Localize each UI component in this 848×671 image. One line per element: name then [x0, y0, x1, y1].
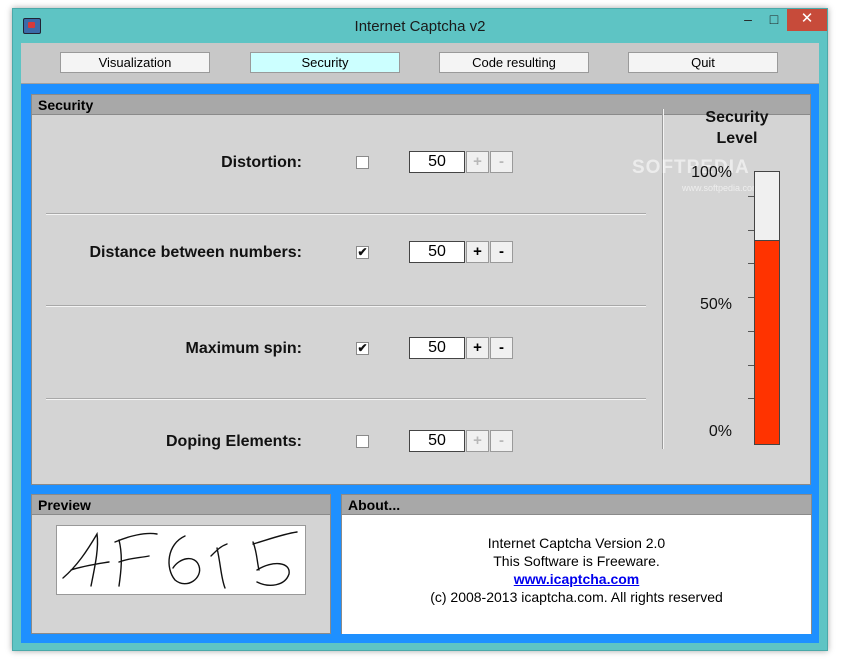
- softpedia-watermark-url: www.softpedia.com: [682, 183, 760, 193]
- distance-checkbox[interactable]: ✔: [356, 246, 369, 259]
- scale-label-top: 100%: [691, 164, 732, 181]
- spin-plus-button[interactable]: +: [466, 337, 489, 359]
- distance-label: Distance between numbers:: [89, 244, 303, 261]
- separator: [46, 213, 646, 215]
- tab-quit[interactable]: Quit: [628, 52, 778, 73]
- security-level-title-line1: Security: [705, 109, 769, 126]
- about-panel-header: About...: [342, 495, 811, 515]
- spin-value[interactable]: 50: [409, 337, 465, 359]
- separator: [46, 398, 646, 400]
- doping-value[interactable]: 50: [409, 430, 465, 452]
- title-bar[interactable]: Internet Captcha v2 – □ ✕: [13, 9, 827, 43]
- security-row-distortion: Distortion: 50 + -: [32, 149, 652, 179]
- close-button[interactable]: ✕: [787, 9, 827, 31]
- window-title: Internet Captcha v2: [354, 18, 486, 35]
- security-level-gauge: [754, 171, 780, 445]
- spin-label: Maximum spin:: [185, 340, 302, 357]
- about-version: Internet Captcha Version 2.0: [487, 535, 666, 551]
- security-row-spin: Maximum spin: ✔ 50 + -: [32, 335, 652, 365]
- security-level-title-line2: Level: [716, 130, 758, 147]
- security-panel: Security Distortion: 50 + - Distance bet…: [31, 94, 811, 485]
- tab-security[interactable]: Security: [250, 52, 400, 73]
- nav-bar: Visualization Security Code resulting Qu…: [21, 43, 819, 84]
- spin-minus-button[interactable]: -: [490, 337, 513, 359]
- tab-visualization[interactable]: Visualization: [60, 52, 210, 73]
- doping-minus-button[interactable]: -: [490, 430, 513, 452]
- maximize-button[interactable]: □: [761, 9, 787, 31]
- client-area: Visualization Security Code resulting Qu…: [21, 43, 819, 643]
- distortion-minus-button[interactable]: -: [490, 151, 513, 173]
- about-copyright: (c) 2008-2013 icaptcha.com. All rights r…: [430, 589, 723, 605]
- distortion-checkbox[interactable]: [356, 156, 369, 169]
- security-level-title: Security Level: [692, 107, 782, 149]
- distance-value[interactable]: 50: [409, 241, 465, 263]
- captcha-drawing: [62, 531, 298, 589]
- scale-label-bottom: 0%: [708, 423, 732, 440]
- distance-minus-button[interactable]: -: [490, 241, 513, 263]
- security-row-doping: Doping Elements: 50 + -: [32, 428, 652, 458]
- about-website-link[interactable]: www.icaptcha.com: [514, 571, 640, 587]
- about-content: Internet Captcha Version 2.0 This Softwa…: [342, 515, 811, 634]
- security-level-fill: [755, 240, 779, 444]
- about-license: This Software is Freeware.: [493, 553, 660, 569]
- doping-plus-button[interactable]: +: [466, 430, 489, 452]
- doping-label: Doping Elements:: [165, 433, 302, 450]
- captcha-preview-image: [56, 525, 306, 595]
- distortion-value[interactable]: 50: [409, 151, 465, 173]
- distance-plus-button[interactable]: +: [466, 241, 489, 263]
- distortion-label: Distortion:: [221, 154, 302, 171]
- scale-label-mid: 50%: [699, 296, 732, 313]
- doping-checkbox[interactable]: [356, 435, 369, 448]
- preview-panel: Preview: [31, 494, 331, 634]
- tab-code-resulting[interactable]: Code resulting: [439, 52, 589, 73]
- minimize-button[interactable]: –: [735, 9, 761, 31]
- preview-panel-header: Preview: [32, 495, 330, 515]
- security-row-distance: Distance between numbers: ✔ 50 + -: [32, 239, 652, 269]
- separator: [46, 305, 646, 307]
- about-panel: About... Internet Captcha Version 2.0 Th…: [341, 494, 812, 634]
- distortion-plus-button[interactable]: +: [466, 151, 489, 173]
- spin-checkbox[interactable]: ✔: [356, 342, 369, 355]
- app-window: Internet Captcha v2 – □ ✕ Visualization …: [12, 8, 828, 651]
